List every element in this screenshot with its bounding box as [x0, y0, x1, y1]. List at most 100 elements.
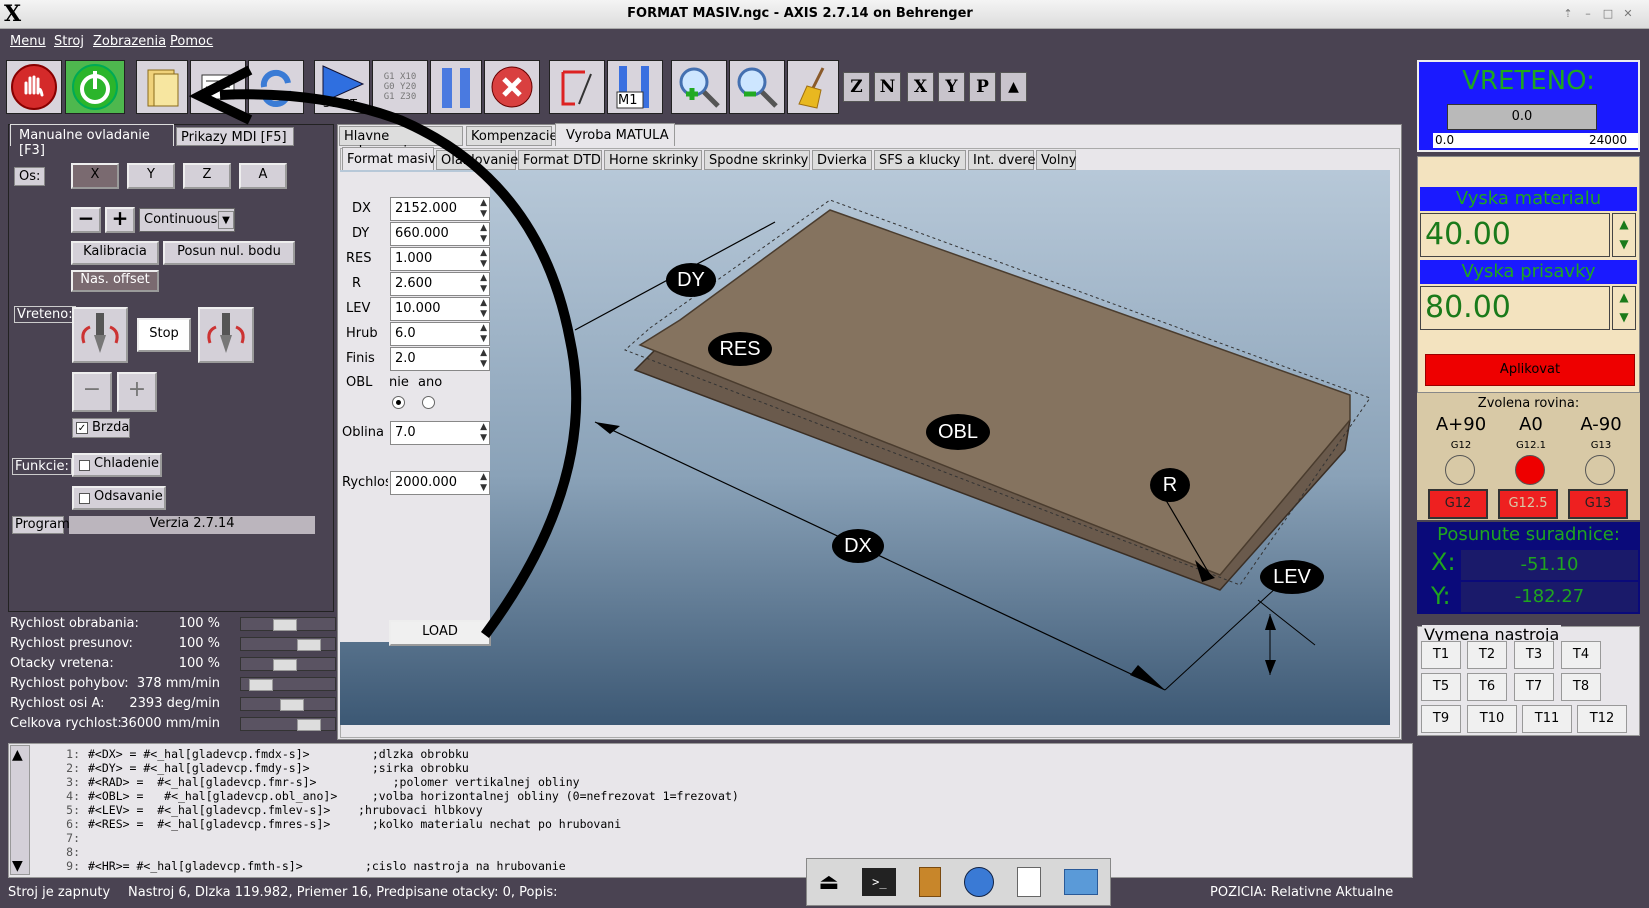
slider-knob[interactable]	[272, 659, 297, 671]
odsavanie-toggle[interactable]: Odsavanie	[72, 486, 166, 510]
broom-icon	[798, 67, 825, 109]
tab-manual[interactable]: Manualne ovladanie [F3]	[10, 124, 174, 158]
tool-button[interactable]: T4	[1561, 641, 1601, 669]
chladenie-label: Chladenie	[94, 456, 159, 471]
plane-button[interactable]: G12	[1428, 489, 1488, 519]
spindle-slower-button[interactable]: −	[72, 372, 112, 412]
slider-value: 2393 deg/min	[129, 696, 220, 711]
brzda-checkbox[interactable]: ✓ Brzda	[72, 418, 130, 438]
line-number: 5:	[66, 803, 80, 817]
zoom-in-button[interactable]	[671, 60, 727, 114]
override-slider[interactable]	[240, 677, 336, 691]
slider-knob[interactable]	[297, 719, 321, 731]
tool-button[interactable]: T2	[1467, 641, 1507, 669]
spindle-faster-button[interactable]: +	[117, 372, 157, 412]
plane-button[interactable]: G12.5	[1498, 489, 1558, 519]
view-z-button[interactable]: Z	[843, 72, 870, 102]
code-line: #<HR>= #<_hal[gladevcp.fmth-s]> ;cislo n…	[88, 859, 566, 873]
code-line: #<DY> = #<_hal[gladevcp.fmdy-s]> ;sirka …	[88, 761, 469, 775]
tool-button[interactable]: T12	[1577, 705, 1627, 733]
tool-button[interactable]: T8	[1561, 673, 1601, 701]
tool-button[interactable]: T6	[1467, 673, 1507, 701]
axis-y-button[interactable]: Y	[127, 163, 175, 189]
vreteno-min: 0.0	[1435, 133, 1455, 147]
spinner-icon[interactable]: ▲ ▼	[1612, 213, 1636, 257]
menu-zobrazenia[interactable]: Zobrazenia	[93, 34, 166, 49]
terminal-icon[interactable]: >_	[862, 868, 897, 896]
checkbox-icon	[79, 493, 90, 504]
spinner-icon[interactable]: ▲ ▼	[1612, 286, 1636, 330]
maximize-icon[interactable]: □	[1600, 7, 1616, 21]
zoom-in-icon	[679, 67, 720, 108]
globe-icon[interactable]	[964, 867, 995, 897]
scroll-down-icon[interactable]: ▼	[12, 858, 23, 874]
scroll-up-icon[interactable]: ▲	[12, 747, 23, 763]
subtab-label: Dvierka	[817, 153, 867, 168]
clear-plot-button[interactable]	[787, 60, 839, 114]
menu-stroj[interactable]: Stroj	[54, 34, 84, 49]
vyska-materialu-input[interactable]: 40.00	[1420, 213, 1610, 257]
axis-x-button[interactable]: X	[71, 163, 119, 189]
zoom-out-button[interactable]	[729, 60, 785, 114]
subtab[interactable]: Int. dvere	[968, 150, 1035, 170]
slider-label: Celkova rychlost:	[10, 716, 122, 731]
minimize-icon[interactable]: –	[1580, 7, 1596, 21]
subtab[interactable]: Horne skrinky	[604, 150, 702, 170]
optional-stop-button[interactable]: M1	[607, 60, 663, 114]
view-x-button[interactable]: X	[907, 72, 934, 102]
subtab-label: SFS a klucky	[879, 153, 961, 168]
slider-knob[interactable]	[249, 679, 274, 691]
slider-knob[interactable]	[279, 699, 304, 711]
status-tool: Nastroj 6, Dlzka 119.982, Priemer 16, Pr…	[128, 885, 558, 900]
search-document-icon[interactable]	[1017, 867, 1042, 897]
archive-icon[interactable]	[919, 867, 942, 897]
line-number: 4:	[66, 789, 80, 803]
override-slider[interactable]	[240, 697, 336, 711]
subtab[interactable]: SFS a klucky	[874, 150, 966, 170]
gcode-scrollbar[interactable]: ▲ ▼	[10, 745, 30, 875]
slider-value: 100 %	[178, 656, 220, 671]
rotate-view-button[interactable]: ▲	[1000, 72, 1027, 102]
override-slider[interactable]	[240, 717, 336, 731]
nas-offset-button[interactable]: Nas. offset	[71, 270, 159, 292]
jog-minus-button[interactable]: −	[71, 207, 101, 233]
plane-name: A0	[1519, 414, 1543, 435]
drive-icon[interactable]: ⏏	[819, 870, 840, 895]
menu-pomoc[interactable]: Pomoc	[170, 34, 213, 49]
line-number: 7:	[66, 831, 80, 845]
vreteno-label: Vreteno:	[14, 306, 76, 323]
tool-button[interactable]: T11	[1522, 705, 1572, 733]
chladenie-toggle[interactable]: Chladenie	[72, 453, 162, 477]
jog-plus-button[interactable]: +	[105, 207, 135, 233]
plane-name: A+90	[1435, 414, 1487, 435]
view-z2-button[interactable]: N	[874, 72, 901, 102]
tool-button[interactable]: T10	[1467, 705, 1517, 733]
spindle-ccw-button[interactable]	[72, 307, 128, 363]
override-slider[interactable]	[240, 657, 336, 671]
folder-icon[interactable]	[1064, 869, 1099, 895]
tool-button[interactable]: T9	[1421, 705, 1461, 733]
slider-value: 36000 mm/min	[120, 716, 220, 731]
slider-row: Celkova rychlost: 36000 mm/min	[10, 714, 336, 734]
tool-button[interactable]: T7	[1514, 673, 1554, 701]
power-button[interactable]	[65, 60, 125, 114]
subtab[interactable]: Dvierka	[812, 150, 872, 170]
close-icon[interactable]: ✕	[1620, 7, 1636, 21]
line-number: 6:	[66, 817, 80, 831]
slider-knob[interactable]	[297, 639, 321, 651]
subtab[interactable]: Spodne skrinky	[704, 150, 810, 170]
shade-icon[interactable]: ⇡	[1560, 7, 1576, 21]
estop-button[interactable]	[6, 60, 62, 114]
tool-button[interactable]: T5	[1421, 673, 1461, 701]
subtab[interactable]: Volny	[1036, 150, 1076, 170]
menu-menu[interactable]: Menu	[10, 34, 46, 49]
slider-row: Otacky vretena: 100 %	[10, 654, 336, 674]
tool-button[interactable]: T3	[1514, 641, 1554, 669]
vyska-prisavky-input[interactable]: 80.00	[1420, 286, 1610, 330]
view-y-button[interactable]: Y	[938, 72, 965, 102]
aplikovat-button[interactable]: Aplikovat	[1425, 354, 1635, 386]
kalibracia-button[interactable]: Kalibracia	[71, 241, 159, 265]
plane-button[interactable]: G13	[1568, 489, 1628, 519]
tool-button[interactable]: T1	[1421, 641, 1461, 669]
view-p-button[interactable]: P	[969, 72, 996, 102]
